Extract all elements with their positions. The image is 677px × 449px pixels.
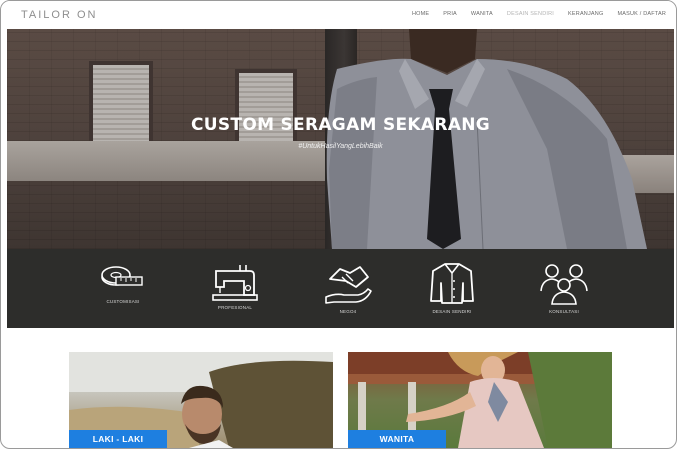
feature-customisasi[interactable]: CUSTOMISASI bbox=[78, 261, 168, 304]
hero-model-image bbox=[326, 29, 647, 249]
hero-subtitle: #UntukHasilYangLebihBaik bbox=[298, 143, 383, 150]
measuring-tape-icon bbox=[101, 266, 143, 286]
category-card-men[interactable]: LAKI - LAKI bbox=[69, 352, 333, 448]
category-label-men[interactable]: LAKI - LAKI bbox=[69, 430, 167, 448]
features-strip: CUSTOMISASI PROFESIONAL NEGO4 DESAIN SEN… bbox=[7, 249, 674, 328]
sewing-machine-icon bbox=[212, 265, 258, 301]
nav-item-wanita[interactable]: WANITA bbox=[471, 11, 493, 17]
feature-label: NEGO4 bbox=[339, 309, 357, 314]
feature-profesional[interactable]: PROFESIONAL bbox=[190, 261, 280, 310]
nav-item-masuk-daftar[interactable]: MASUK / DAFTAR bbox=[617, 11, 666, 17]
nav-item-desain-sendiri[interactable]: DESAIN SENDIRI bbox=[507, 11, 554, 17]
feature-konsultasi[interactable]: KONSULTASI bbox=[519, 261, 609, 314]
feature-label: PROFESIONAL bbox=[217, 305, 253, 310]
feature-desain-sendiri[interactable]: DESAIN SENDIRI bbox=[407, 261, 497, 314]
nav-item-keranjang[interactable]: KERANJANG bbox=[568, 11, 603, 17]
nav-item-home[interactable]: HOME bbox=[412, 11, 429, 17]
category-label-women[interactable]: WANITA bbox=[348, 430, 446, 448]
hero-title: CUSTOM SERAGAM SEKARANG bbox=[191, 115, 490, 135]
hero-banner: CUSTOM SERAGAM SEKARANG #UntukHasilYangL… bbox=[7, 29, 674, 249]
browser-frame: TAILOR ON HOME PRIA WANITA DESAIN SENDIR… bbox=[0, 0, 677, 449]
handshake-icon bbox=[325, 266, 372, 304]
shirt-icon bbox=[430, 263, 474, 304]
feature-label: CUSTOMISASI bbox=[106, 299, 140, 304]
feature-nego[interactable]: NEGO4 bbox=[303, 261, 393, 314]
feature-label: DESAIN SENDIRI bbox=[432, 309, 472, 314]
nav-menu: HOME PRIA WANITA DESAIN SENDIRI KERANJAN… bbox=[398, 11, 666, 17]
category-card-women[interactable]: WANITA bbox=[348, 352, 612, 448]
feature-label: KONSULTASI bbox=[549, 309, 579, 314]
nav-item-pria[interactable]: PRIA bbox=[443, 11, 457, 17]
top-navbar: TAILOR ON HOME PRIA WANITA DESAIN SENDIR… bbox=[1, 1, 676, 29]
brand-logo[interactable]: TAILOR ON bbox=[21, 9, 97, 21]
group-people-icon bbox=[540, 264, 588, 305]
